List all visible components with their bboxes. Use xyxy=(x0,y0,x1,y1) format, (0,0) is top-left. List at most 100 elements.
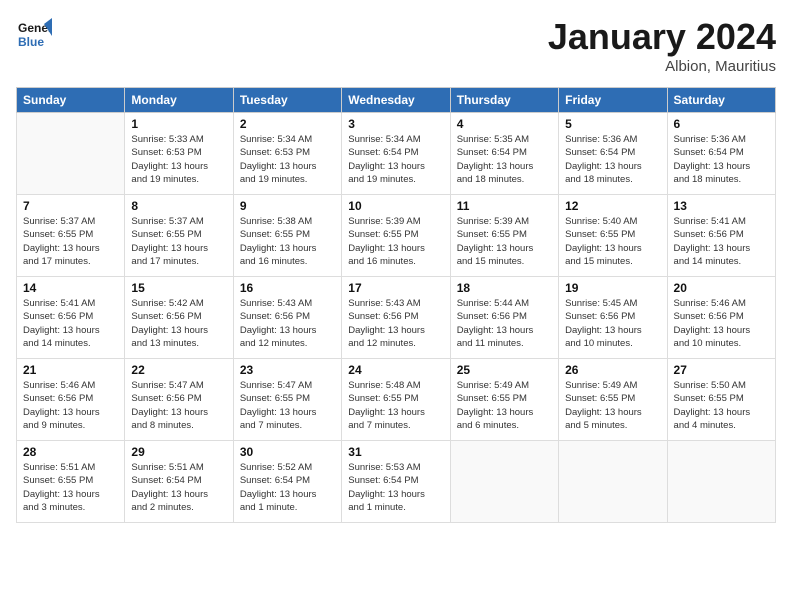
day-info: Sunrise: 5:51 AM Sunset: 6:54 PM Dayligh… xyxy=(131,461,226,514)
calendar-cell: 6 Sunrise: 5:36 AM Sunset: 6:54 PM Daylig… xyxy=(667,113,775,195)
day-number: 17 xyxy=(348,281,443,295)
calendar-week-row: 1 Sunrise: 5:33 AM Sunset: 6:53 PM Daylig… xyxy=(17,113,776,195)
day-info: Sunrise: 5:36 AM Sunset: 6:54 PM Dayligh… xyxy=(674,133,769,186)
calendar-cell: 22 Sunrise: 5:47 AM Sunset: 6:56 PM Dayli… xyxy=(125,359,233,441)
day-number: 16 xyxy=(240,281,335,295)
calendar-cell: 29 Sunrise: 5:51 AM Sunset: 6:54 PM Dayli… xyxy=(125,441,233,523)
day-number: 12 xyxy=(565,199,660,213)
day-number: 13 xyxy=(674,199,769,213)
day-number: 6 xyxy=(674,117,769,131)
calendar-week-row: 21 Sunrise: 5:46 AM Sunset: 6:56 PM Dayli… xyxy=(17,359,776,441)
day-number: 22 xyxy=(131,363,226,377)
day-number: 1 xyxy=(131,117,226,131)
day-info: Sunrise: 5:46 AM Sunset: 6:56 PM Dayligh… xyxy=(674,297,769,350)
calendar-cell: 11 Sunrise: 5:39 AM Sunset: 6:55 PM Dayli… xyxy=(450,195,558,277)
day-number: 15 xyxy=(131,281,226,295)
calendar-cell: 4Sunrise: 5:35 AM Sunset: 6:54 PM Daylig… xyxy=(450,113,558,195)
col-header-wednesday: Wednesday xyxy=(342,88,450,113)
day-number: 11 xyxy=(457,199,552,213)
day-number: 5 xyxy=(565,117,660,131)
day-number: 28 xyxy=(23,445,118,459)
day-info: Sunrise: 5:38 AM Sunset: 6:55 PM Dayligh… xyxy=(240,215,335,268)
calendar-cell: 27 Sunrise: 5:50 AM Sunset: 6:55 PM Dayli… xyxy=(667,359,775,441)
calendar-cell: 12Sunrise: 5:40 AM Sunset: 6:55 PM Dayli… xyxy=(559,195,667,277)
col-header-monday: Monday xyxy=(125,88,233,113)
calendar-cell: 17Sunrise: 5:43 AM Sunset: 6:56 PM Dayli… xyxy=(342,277,450,359)
day-number: 9 xyxy=(240,199,335,213)
day-number: 31 xyxy=(348,445,443,459)
calendar-table: SundayMondayTuesdayWednesdayThursdayFrid… xyxy=(16,87,776,523)
calendar-cell: 2 Sunrise: 5:34 AM Sunset: 6:53 PM Daylig… xyxy=(233,113,341,195)
location-subtitle: Albion, Mauritius xyxy=(548,58,776,75)
calendar-week-row: 14Sunrise: 5:41 AM Sunset: 6:56 PM Dayli… xyxy=(17,277,776,359)
calendar-cell: 3 Sunrise: 5:34 AM Sunset: 6:54 PM Daylig… xyxy=(342,113,450,195)
day-info: Sunrise: 5:34 AM Sunset: 6:54 PM Dayligh… xyxy=(348,133,443,186)
calendar-week-row: 28Sunrise: 5:51 AM Sunset: 6:55 PM Dayli… xyxy=(17,441,776,523)
col-header-friday: Friday xyxy=(559,88,667,113)
calendar-week-row: 7 Sunrise: 5:37 AM Sunset: 6:55 PM Daylig… xyxy=(17,195,776,277)
day-info: Sunrise: 5:48 AM Sunset: 6:55 PM Dayligh… xyxy=(348,379,443,432)
day-number: 7 xyxy=(23,199,118,213)
day-number: 18 xyxy=(457,281,552,295)
day-number: 14 xyxy=(23,281,118,295)
calendar-cell xyxy=(559,441,667,523)
day-info: Sunrise: 5:34 AM Sunset: 6:53 PM Dayligh… xyxy=(240,133,335,186)
calendar-cell: 13 Sunrise: 5:41 AM Sunset: 6:56 PM Dayli… xyxy=(667,195,775,277)
day-info: Sunrise: 5:50 AM Sunset: 6:55 PM Dayligh… xyxy=(674,379,769,432)
calendar-cell: 16 Sunrise: 5:43 AM Sunset: 6:56 PM Dayli… xyxy=(233,277,341,359)
day-number: 29 xyxy=(131,445,226,459)
calendar-cell: 7 Sunrise: 5:37 AM Sunset: 6:55 PM Daylig… xyxy=(17,195,125,277)
day-number: 19 xyxy=(565,281,660,295)
day-info: Sunrise: 5:47 AM Sunset: 6:56 PM Dayligh… xyxy=(131,379,226,432)
day-number: 10 xyxy=(348,199,443,213)
calendar-cell: 18Sunrise: 5:44 AM Sunset: 6:56 PM Dayli… xyxy=(450,277,558,359)
logo-icon: General Blue xyxy=(16,16,52,52)
day-number: 24 xyxy=(348,363,443,377)
day-info: Sunrise: 5:41 AM Sunset: 6:56 PM Dayligh… xyxy=(674,215,769,268)
calendar-cell: 31 Sunrise: 5:53 AM Sunset: 6:54 PM Dayli… xyxy=(342,441,450,523)
day-number: 8 xyxy=(131,199,226,213)
page-header: General Blue January 2024 Albion, Maurit… xyxy=(16,16,776,75)
col-header-saturday: Saturday xyxy=(667,88,775,113)
calendar-header-row: SundayMondayTuesdayWednesdayThursdayFrid… xyxy=(17,88,776,113)
calendar-cell: 23 Sunrise: 5:47 AM Sunset: 6:55 PM Dayli… xyxy=(233,359,341,441)
calendar-cell: 14Sunrise: 5:41 AM Sunset: 6:56 PM Dayli… xyxy=(17,277,125,359)
day-info: Sunrise: 5:39 AM Sunset: 6:55 PM Dayligh… xyxy=(457,215,552,268)
logo: General Blue xyxy=(16,16,52,52)
day-info: Sunrise: 5:46 AM Sunset: 6:56 PM Dayligh… xyxy=(23,379,118,432)
col-header-sunday: Sunday xyxy=(17,88,125,113)
day-number: 21 xyxy=(23,363,118,377)
day-info: Sunrise: 5:37 AM Sunset: 6:55 PM Dayligh… xyxy=(23,215,118,268)
day-info: Sunrise: 5:47 AM Sunset: 6:55 PM Dayligh… xyxy=(240,379,335,432)
month-title: January 2024 xyxy=(548,16,776,58)
day-number: 26 xyxy=(565,363,660,377)
calendar-cell: 1 Sunrise: 5:33 AM Sunset: 6:53 PM Daylig… xyxy=(125,113,233,195)
calendar-cell: 19Sunrise: 5:45 AM Sunset: 6:56 PM Dayli… xyxy=(559,277,667,359)
calendar-cell: 28Sunrise: 5:51 AM Sunset: 6:55 PM Dayli… xyxy=(17,441,125,523)
calendar-cell: 15 Sunrise: 5:42 AM Sunset: 6:56 PM Dayli… xyxy=(125,277,233,359)
day-number: 23 xyxy=(240,363,335,377)
calendar-cell: 9 Sunrise: 5:38 AM Sunset: 6:55 PM Daylig… xyxy=(233,195,341,277)
day-info: Sunrise: 5:42 AM Sunset: 6:56 PM Dayligh… xyxy=(131,297,226,350)
day-number: 3 xyxy=(348,117,443,131)
day-number: 25 xyxy=(457,363,552,377)
day-number: 30 xyxy=(240,445,335,459)
svg-text:Blue: Blue xyxy=(18,35,44,49)
col-header-thursday: Thursday xyxy=(450,88,558,113)
day-info: Sunrise: 5:36 AM Sunset: 6:54 PM Dayligh… xyxy=(565,133,660,186)
calendar-cell: 26Sunrise: 5:49 AM Sunset: 6:55 PM Dayli… xyxy=(559,359,667,441)
calendar-cell: 8 Sunrise: 5:37 AM Sunset: 6:55 PM Daylig… xyxy=(125,195,233,277)
calendar-cell: 5 Sunrise: 5:36 AM Sunset: 6:54 PM Daylig… xyxy=(559,113,667,195)
day-number: 2 xyxy=(240,117,335,131)
day-number: 27 xyxy=(674,363,769,377)
day-info: Sunrise: 5:52 AM Sunset: 6:54 PM Dayligh… xyxy=(240,461,335,514)
col-header-tuesday: Tuesday xyxy=(233,88,341,113)
day-info: Sunrise: 5:33 AM Sunset: 6:53 PM Dayligh… xyxy=(131,133,226,186)
day-info: Sunrise: 5:53 AM Sunset: 6:54 PM Dayligh… xyxy=(348,461,443,514)
day-info: Sunrise: 5:49 AM Sunset: 6:55 PM Dayligh… xyxy=(457,379,552,432)
calendar-cell: 25 Sunrise: 5:49 AM Sunset: 6:55 PM Dayli… xyxy=(450,359,558,441)
day-info: Sunrise: 5:43 AM Sunset: 6:56 PM Dayligh… xyxy=(240,297,335,350)
day-number: 4 xyxy=(457,117,552,131)
day-info: Sunrise: 5:37 AM Sunset: 6:55 PM Dayligh… xyxy=(131,215,226,268)
day-info: Sunrise: 5:39 AM Sunset: 6:55 PM Dayligh… xyxy=(348,215,443,268)
